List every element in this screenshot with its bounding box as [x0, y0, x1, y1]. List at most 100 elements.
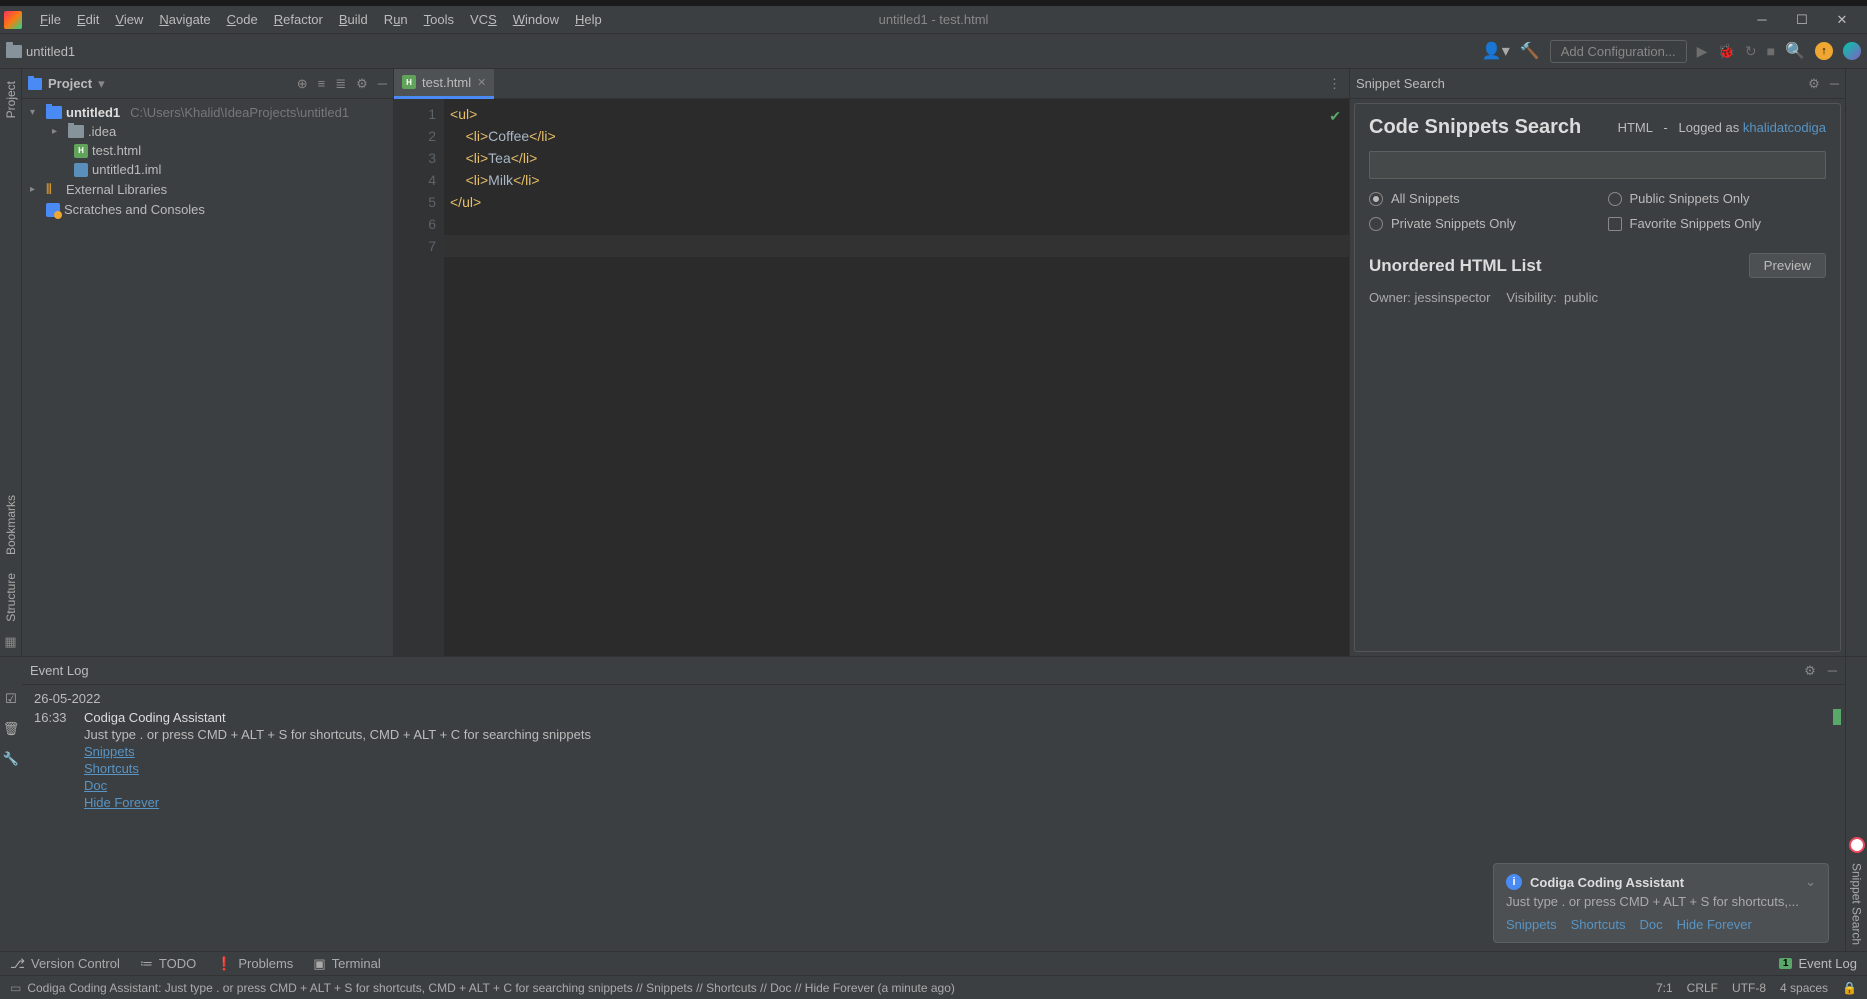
indent-setting[interactable]: 4 spaces	[1780, 981, 1828, 995]
menu-build[interactable]: Build	[331, 12, 376, 27]
trash-icon[interactable]: 🗑	[3, 721, 20, 737]
code-editor[interactable]: 1234567 <ul> <li>Coffee</li> <li>Tea</li…	[394, 99, 1349, 656]
menu-code[interactable]: Code	[219, 12, 266, 27]
filter-public-only[interactable]: Public Snippets Only	[1608, 191, 1827, 206]
run-icon[interactable]: ▶	[1697, 43, 1708, 60]
hide-icon[interactable]: ─	[1828, 663, 1837, 679]
tab-close-icon[interactable]: ✕	[477, 76, 486, 89]
radio-icon	[1608, 192, 1622, 206]
codiga-rail-icon[interactable]	[1849, 837, 1865, 853]
maximize-icon[interactable]: ☐	[1795, 13, 1809, 27]
event-entry-text: Just type . or press CMD + ALT + S for s…	[84, 727, 1833, 742]
notif-link-snippets[interactable]: Snippets	[1506, 917, 1557, 932]
tree-idea-folder[interactable]: .idea	[22, 122, 393, 141]
rail-bookmarks[interactable]: Bookmarks	[4, 489, 18, 561]
tool-problems[interactable]: ❗Problems	[216, 956, 293, 972]
tree-root[interactable]: untitled1 C:\Users\Khalid\IdeaProjects\u…	[22, 103, 393, 122]
wrench-icon[interactable]: 🔧	[3, 751, 19, 767]
tree-scratches[interactable]: Scratches and Consoles	[22, 200, 393, 219]
locate-icon[interactable]: ⊕	[297, 76, 308, 92]
notif-link-shortcuts[interactable]: Shortcuts	[1571, 917, 1626, 932]
expand-all-icon[interactable]: ≡	[318, 76, 326, 92]
tool-todo[interactable]: ≔TODO	[140, 956, 196, 972]
logged-user-link[interactable]: khalidatcodiga	[1743, 120, 1826, 135]
codiga-plugin-icon[interactable]	[1843, 42, 1861, 60]
hide-icon[interactable]: ─	[378, 76, 387, 92]
minimize-icon[interactable]: ─	[1755, 13, 1769, 27]
menu-tools[interactable]: Tools	[416, 12, 462, 27]
tool-terminal[interactable]: ▣Terminal	[313, 956, 380, 972]
menu-edit[interactable]: Edit	[69, 12, 107, 27]
snippet-search-input[interactable]	[1369, 151, 1826, 179]
filter-private-only[interactable]: Private Snippets Only	[1369, 216, 1588, 231]
coverage-icon[interactable]: ↻	[1745, 43, 1757, 60]
snippet-panel: Snippet Search ⚙ ─ Code Snippets Search …	[1349, 69, 1845, 656]
project-panel-title[interactable]: Project	[48, 76, 92, 91]
project-view-icon	[28, 78, 42, 90]
snippet-title: Code Snippets Search	[1369, 116, 1581, 139]
chevron-down-icon[interactable]: ⌄	[1805, 874, 1816, 890]
ide-updates-icon[interactable]: ↑	[1815, 42, 1833, 60]
tree-external-libs[interactable]: ⫴ External Libraries	[22, 179, 393, 200]
notif-title: Codiga Coding Assistant	[1530, 875, 1684, 890]
notification-popup: i Codiga Coding Assistant ⌄ Just type . …	[1493, 863, 1829, 943]
notif-link-hide[interactable]: Hide Forever	[1677, 917, 1752, 932]
menu-help[interactable]: Help	[567, 12, 610, 27]
line-separator[interactable]: CRLF	[1687, 981, 1718, 995]
hide-icon[interactable]: ─	[1830, 76, 1839, 92]
window-title: untitled1 - test.html	[879, 12, 989, 27]
close-icon[interactable]: ✕	[1835, 13, 1849, 27]
menu-window[interactable]: Window	[505, 12, 567, 27]
module-folder-icon	[46, 106, 62, 119]
editor-tab-test-html[interactable]: H test.html ✕	[394, 69, 494, 99]
notif-link-doc[interactable]: Doc	[1640, 917, 1663, 932]
file-encoding[interactable]: UTF-8	[1732, 981, 1766, 995]
event-link-shortcuts[interactable]: Shortcuts	[84, 761, 139, 776]
mark-read-icon[interactable]: ☑	[5, 691, 17, 707]
run-config-selector[interactable]: Add Configuration...	[1550, 40, 1687, 63]
lock-icon[interactable]: 🔒	[1842, 981, 1857, 995]
menu-file[interactable]: File	[32, 12, 69, 27]
event-link-snippets[interactable]: Snippets	[84, 744, 135, 759]
editor-more-icon[interactable]: ⋮	[1320, 76, 1349, 92]
cursor-position[interactable]: 7:1	[1656, 981, 1673, 995]
tool-version-control[interactable]: ⎇Version Control	[10, 956, 120, 972]
menu-refactor[interactable]: Refactor	[266, 12, 331, 27]
chevron-down-icon[interactable]: ▾	[98, 76, 105, 92]
add-user-icon[interactable]: 👤▾	[1482, 41, 1510, 61]
radio-checked-icon	[1369, 192, 1383, 206]
menu-run[interactable]: Run	[376, 12, 416, 27]
right-tool-rail	[1845, 69, 1867, 656]
rail-structure[interactable]: Structure	[4, 567, 18, 628]
inspection-ok-icon[interactable]: ✔	[1329, 105, 1341, 127]
rail-snippet-search[interactable]: Snippet Search	[1850, 857, 1864, 951]
build-icon[interactable]: 🔨	[1520, 41, 1540, 61]
tool-window-icon[interactable]: ▦	[4, 634, 16, 656]
debug-icon[interactable]: 🐞	[1717, 43, 1734, 60]
project-panel: Project ▾ ⊕ ≡ ≣ ⚙ ─ untitled1 C:\Users\K…	[22, 69, 394, 656]
radio-icon	[1369, 217, 1383, 231]
menu-vcs[interactable]: VCS	[462, 12, 505, 27]
tree-file-iml[interactable]: untitled1.iml	[22, 160, 393, 179]
event-link-hide[interactable]: Hide Forever	[84, 795, 159, 810]
gear-icon[interactable]: ⚙	[1808, 76, 1820, 92]
tool-strip: ⎇Version Control ≔TODO ❗Problems ▣Termin…	[0, 951, 1867, 975]
menu-navigate[interactable]: Navigate	[151, 12, 218, 27]
rail-project[interactable]: Project	[4, 75, 18, 124]
event-date: 26-05-2022	[34, 691, 1833, 706]
event-link-doc[interactable]: Doc	[84, 778, 107, 793]
tool-event-log[interactable]: 1 Event Log	[1779, 956, 1857, 971]
filter-all-snippets[interactable]: All Snippets	[1369, 191, 1588, 206]
menu-view[interactable]: View	[107, 12, 151, 27]
collapse-all-icon[interactable]: ≣	[335, 76, 346, 92]
tree-file-html[interactable]: H test.html	[22, 141, 393, 160]
filter-favorite-only[interactable]: Favorite Snippets Only	[1608, 216, 1827, 231]
gear-icon[interactable]: ⚙	[1804, 663, 1816, 679]
breadcrumb-root[interactable]: untitled1	[26, 44, 75, 59]
preview-button[interactable]: Preview	[1749, 253, 1826, 278]
folder-icon	[68, 125, 84, 138]
event-entry-title: Codiga Coding Assistant	[84, 710, 1833, 725]
stop-icon[interactable]: ■	[1767, 43, 1775, 59]
gear-icon[interactable]: ⚙	[356, 76, 368, 92]
search-icon[interactable]: 🔍	[1785, 41, 1805, 61]
